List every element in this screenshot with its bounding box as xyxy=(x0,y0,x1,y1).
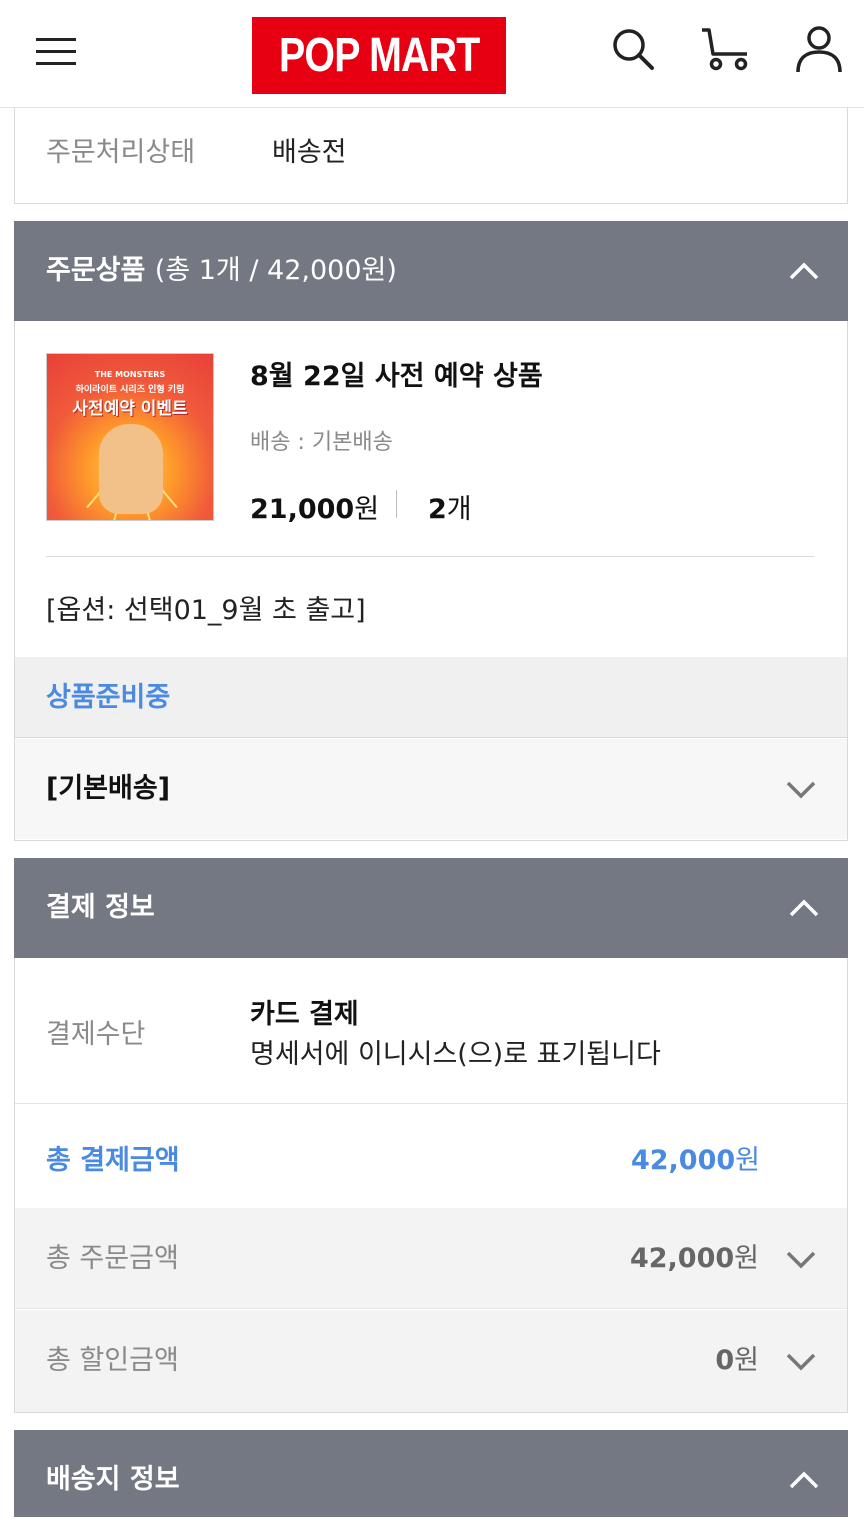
discount-total-number: 0 xyxy=(715,1345,735,1376)
delivery-header[interactable]: 배송지 정보 xyxy=(14,1430,848,1517)
shipping-type-row[interactable]: [기본배송] xyxy=(15,739,847,839)
chevron-down-icon[interactable] xyxy=(785,1347,817,1375)
search-icon[interactable] xyxy=(606,22,660,76)
product-image-text-3: 사전예약 이벤트 xyxy=(72,399,188,419)
cart-icon[interactable] xyxy=(699,22,753,76)
total-payment-number: 42,000 xyxy=(630,1145,736,1176)
product-price: 21,000원 xyxy=(250,487,379,526)
order-items-header[interactable]: 주문상품 (총 1개 / 42,000원) xyxy=(14,221,848,321)
order-status-label: 주문처리상태 xyxy=(46,137,196,168)
total-payment-unit: 원 xyxy=(735,1145,760,1176)
user-icon[interactable] xyxy=(792,22,846,76)
chevron-up-icon[interactable] xyxy=(788,894,820,922)
chevron-up-icon[interactable] xyxy=(788,257,820,285)
chevron-up-icon[interactable] xyxy=(788,1466,820,1494)
order-total-label: 총 주문금액 xyxy=(46,1243,179,1274)
order-total-value: 42,000원 xyxy=(630,1208,759,1309)
order-items-title: 주문상품 (총 1개 / 42,000원) xyxy=(46,221,397,321)
order-total-unit: 원 xyxy=(734,1243,759,1274)
chevron-down-icon[interactable] xyxy=(785,1245,817,1273)
product-thumbnail[interactable]: THE MONSTERS 하이라이트 시리즈 인형 키링 사전예약 이벤트 xyxy=(46,353,214,521)
price-qty-separator xyxy=(396,490,397,518)
chevron-down-icon[interactable] xyxy=(785,775,817,803)
product-price-unit: 원 xyxy=(354,494,380,525)
logo-text: POP MART xyxy=(278,29,480,82)
product-image-text-1: THE MONSTERS xyxy=(94,370,166,379)
order-total-row[interactable]: 총 주문금액 42,000원 xyxy=(15,1208,847,1309)
discount-total-value: 0원 xyxy=(715,1310,759,1411)
top-header: POP MART xyxy=(0,0,864,108)
item-status-text: 상품준비중 xyxy=(46,682,171,713)
item-status-bar: 상품준비중 xyxy=(15,657,847,738)
product-shipping: 배송 : 기본배송 xyxy=(250,430,393,455)
order-total-number: 42,000 xyxy=(629,1243,735,1274)
payment-method-label: 결제수단 xyxy=(46,1019,146,1050)
order-items-summary: (총 1개 / 42,000원) xyxy=(154,255,397,286)
discount-total-unit: 원 xyxy=(734,1345,759,1376)
product-figure xyxy=(99,424,163,514)
product-quantity: 2개 xyxy=(428,487,472,526)
product-qty-unit: 개 xyxy=(446,494,472,525)
discount-total-label: 총 할인금액 xyxy=(46,1345,179,1376)
product-option: [옵션: 선택01_9월 초 출고] xyxy=(46,595,366,626)
delivery-title: 배송지 정보 xyxy=(46,1464,180,1495)
payment-method-value: 카드 결제 xyxy=(250,999,359,1030)
discount-total-row[interactable]: 총 할인금액 0원 xyxy=(15,1310,847,1412)
total-payment-value: 42,000원 xyxy=(631,1138,760,1177)
payment-method-note: 명세서에 이니시스(으)로 표기됩니다 xyxy=(250,1039,661,1070)
total-payment-label: 총 결제금액 xyxy=(46,1145,180,1176)
product-qty-number: 2 xyxy=(428,494,447,525)
shipping-type-text: [기본배송] xyxy=(46,773,171,804)
payment-title: 결제 정보 xyxy=(46,892,155,923)
product-name[interactable]: 8월 22일 사전 예약 상품 xyxy=(250,354,543,393)
product-price-number: 21,000 xyxy=(250,494,355,525)
pop-mart-logo[interactable]: POP MART xyxy=(252,17,506,94)
product-divider xyxy=(46,556,814,557)
payment-header[interactable]: 결제 정보 xyxy=(14,858,848,958)
menu-icon[interactable] xyxy=(36,36,76,68)
order-items-title-text: 주문상품 xyxy=(46,255,146,286)
order-status-value: 배송전 xyxy=(272,137,347,168)
payment-divider xyxy=(15,1103,847,1104)
